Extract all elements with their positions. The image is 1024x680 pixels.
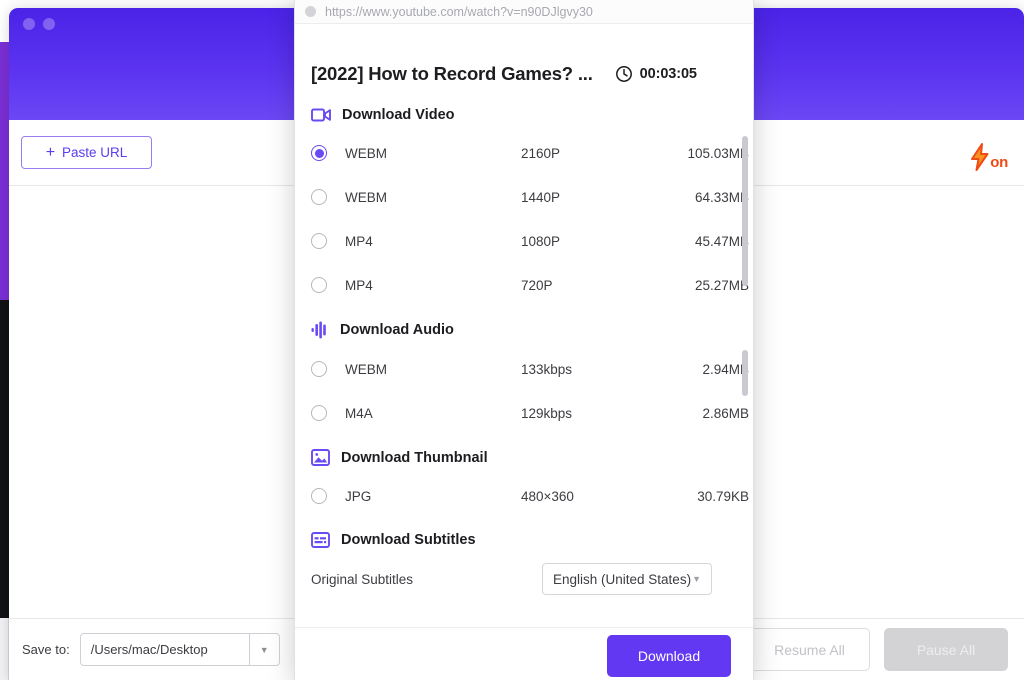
option-format: WEBM bbox=[345, 361, 387, 377]
option-row[interactable]: WEBM 2160P 105.03MB bbox=[311, 141, 753, 165]
dialog-titlebar: https://www.youtube.com/watch?v=n90DJlgv… bbox=[295, 0, 753, 24]
option-quality: 1440P bbox=[521, 189, 561, 205]
video-camera-icon bbox=[311, 108, 331, 122]
video-duration: 00:03:05 bbox=[639, 66, 697, 82]
radio-button[interactable] bbox=[311, 145, 327, 161]
dialog-content: [2022] How to Record Games? ... 00:03:05… bbox=[295, 24, 753, 627]
footer-actions: Resume All Pause All bbox=[749, 628, 1008, 671]
video-title-row: [2022] How to Record Games? ... 00:03:05 bbox=[311, 63, 753, 85]
dialog-footer: Download bbox=[295, 627, 753, 680]
option-row[interactable]: MP4 720P 25.27MB bbox=[311, 273, 753, 297]
speed-boost-badge[interactable]: on bbox=[967, 142, 1008, 172]
option-format: WEBM bbox=[345, 145, 387, 161]
save-path-field[interactable]: /Users/mac/Desktop ▼ bbox=[79, 633, 280, 666]
option-format: MP4 bbox=[345, 233, 373, 249]
option-quality: 133kbps bbox=[521, 361, 573, 377]
subtitle-language-select[interactable]: English (United States) ▼ bbox=[542, 563, 712, 595]
section-header-thumbnail: Download Thumbnail bbox=[311, 449, 753, 466]
background-window-sliver-purple bbox=[0, 42, 9, 300]
option-size: 45.47MB bbox=[694, 233, 749, 249]
option-format: WEBM bbox=[345, 189, 387, 205]
background-window-sliver-dark bbox=[0, 300, 9, 618]
subtitle-label: Original Subtitles bbox=[311, 571, 414, 587]
save-to-label: Save to: bbox=[22, 642, 70, 657]
clock-icon bbox=[615, 66, 632, 82]
section-header-subtitles: Download Subtitles bbox=[311, 532, 753, 548]
plus-icon: + bbox=[45, 143, 56, 161]
section-title-subtitles: Download Subtitles bbox=[341, 532, 476, 548]
dialog-scrollbar[interactable] bbox=[742, 24, 748, 627]
minimize-window-button[interactable] bbox=[43, 18, 55, 30]
boost-on-label: on bbox=[990, 154, 1008, 171]
radio-button[interactable] bbox=[311, 233, 327, 249]
pause-all-button[interactable]: Pause All bbox=[884, 628, 1008, 671]
background-window-sliver-top bbox=[0, 0, 9, 42]
option-size: 2.86MB bbox=[702, 405, 749, 421]
option-size: 105.03MB bbox=[687, 145, 749, 161]
option-format: JPG bbox=[345, 488, 372, 504]
subtitle-language-row: Original Subtitles English (United State… bbox=[311, 562, 753, 596]
paste-url-label: Paste URL bbox=[62, 145, 128, 160]
option-size: 25.27MB bbox=[694, 277, 749, 293]
video-url: https://www.youtube.com/watch?v=n90DJlgv… bbox=[325, 4, 593, 19]
option-row[interactable]: JPG 480×360 30.79KB bbox=[311, 484, 753, 508]
video-title: [2022] How to Record Games? ... bbox=[311, 63, 593, 84]
chevron-down-icon[interactable]: ▼ bbox=[692, 574, 701, 584]
option-row[interactable]: WEBM 133kbps 2.94MB bbox=[311, 357, 753, 381]
audio-waveform-icon bbox=[311, 321, 326, 339]
radio-button[interactable] bbox=[311, 405, 327, 421]
option-quality: 720P bbox=[521, 277, 553, 293]
radio-button[interactable] bbox=[311, 189, 327, 205]
paste-url-button[interactable]: + Paste URL bbox=[21, 136, 152, 169]
section-title-audio: Download Audio bbox=[340, 322, 454, 338]
download-button[interactable]: Download bbox=[607, 634, 731, 677]
scrollbar-thumb[interactable] bbox=[742, 136, 748, 286]
section-header-audio: Download Audio bbox=[311, 321, 753, 339]
option-format: M4A bbox=[345, 405, 373, 421]
option-row[interactable]: WEBM 1440P 64.33MB bbox=[311, 185, 753, 209]
radio-button[interactable] bbox=[311, 488, 327, 504]
subtitles-icon bbox=[311, 532, 330, 548]
resume-all-button[interactable]: Resume All bbox=[749, 628, 870, 671]
option-size: 64.33MB bbox=[694, 189, 749, 205]
scrollbar-thumb-secondary[interactable] bbox=[742, 350, 748, 396]
save-path-value: /Users/mac/Desktop bbox=[90, 642, 208, 657]
subtitle-language-value: English (United States) bbox=[553, 571, 692, 587]
download-options-dialog: https://www.youtube.com/watch?v=n90DJlgv… bbox=[294, 0, 754, 680]
radio-button[interactable] bbox=[311, 277, 327, 293]
option-row[interactable]: M4A 129kbps 2.86MB bbox=[311, 401, 753, 425]
window-traffic-lights[interactable] bbox=[23, 18, 55, 30]
chevron-down-icon[interactable]: ▼ bbox=[248, 634, 279, 665]
radio-button[interactable] bbox=[311, 361, 327, 377]
section-title-video: Download Video bbox=[342, 107, 455, 123]
close-window-button[interactable] bbox=[23, 18, 35, 30]
section-title-thumbnail: Download Thumbnail bbox=[341, 449, 488, 466]
section-header-video: Download Video bbox=[311, 107, 753, 123]
option-quality: 480×360 bbox=[521, 488, 574, 504]
close-icon[interactable] bbox=[305, 6, 316, 17]
option-quality: 129kbps bbox=[521, 405, 573, 421]
option-row[interactable]: MP4 1080P 45.47MB bbox=[311, 229, 753, 253]
option-size: 30.79KB bbox=[697, 488, 749, 504]
option-quality: 1080P bbox=[521, 233, 561, 249]
screen: + Paste URL on Sup Save to: /Users/mac/D… bbox=[0, 0, 1024, 680]
background-window-sliver-footer bbox=[0, 618, 9, 680]
option-quality: 2160P bbox=[521, 145, 561, 161]
option-format: MP4 bbox=[345, 277, 373, 293]
option-size: 2.94MB bbox=[702, 361, 749, 377]
video-duration-group: 00:03:05 bbox=[615, 65, 697, 83]
image-icon bbox=[311, 449, 330, 466]
